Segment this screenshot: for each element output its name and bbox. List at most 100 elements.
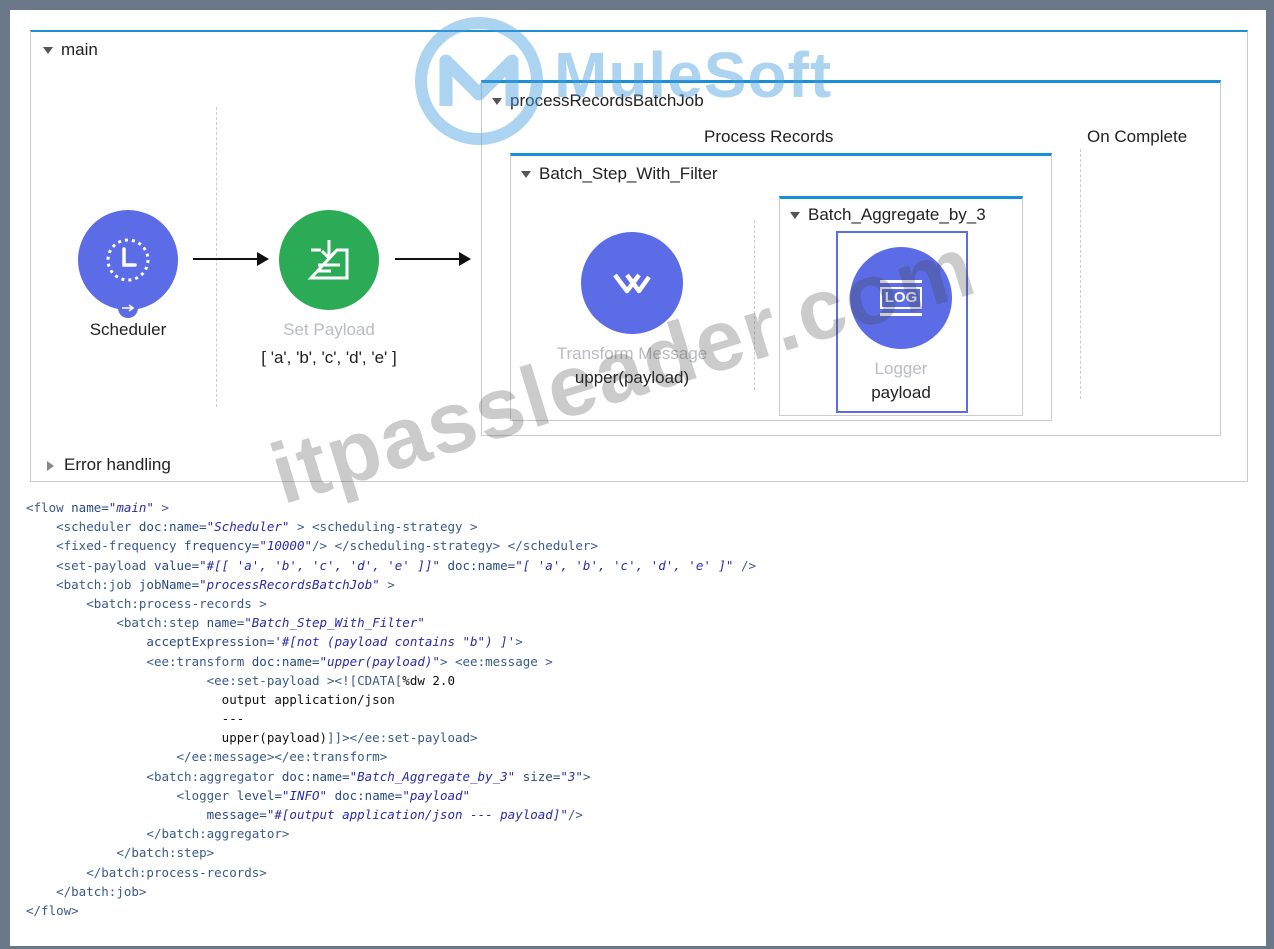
- code-line: <batch:process-records >: [26, 594, 1246, 613]
- batch-aggregator-header[interactable]: Batch_Aggregate_by_3: [790, 205, 986, 225]
- on-complete-label: On Complete: [1087, 127, 1188, 146]
- set-payload-type: Set Payload: [283, 320, 375, 339]
- scheduler-name: Scheduler: [89, 320, 167, 339]
- batch-aggregator-scope: Batch_Aggregate_by_3 LOG Logger payload: [779, 196, 1023, 416]
- batch-step-title: Batch_Step_With_Filter: [539, 164, 718, 183]
- code-token: <flow: [26, 500, 72, 515]
- main-flow-header[interactable]: main: [43, 40, 98, 60]
- batch-step-header[interactable]: Batch_Step_With_Filter: [521, 164, 718, 184]
- code-token: doc:name=: [281, 768, 350, 784]
- code-token: <batch:job: [56, 576, 139, 592]
- code-token: "3": [560, 768, 583, 784]
- code-token: acceptExpression=: [146, 634, 275, 650]
- code-token: %dw 2.0: [402, 672, 455, 688]
- code-token: >: [582, 768, 591, 784]
- code-line: message="#[output application/json --- p…: [26, 805, 1246, 824]
- code-token: "Scheduler": [206, 519, 290, 535]
- code-line: </batch:aggregator>: [26, 824, 1246, 843]
- source-separator: [216, 107, 217, 407]
- code-line: <fixed-frequency frequency="10000"/> </s…: [26, 536, 1246, 555]
- code-token: "payload": [402, 787, 471, 803]
- code-token: "processRecordsBatchJob": [199, 576, 380, 592]
- collapse-caret-icon[interactable]: [790, 212, 800, 220]
- code-token: </batch:aggregator>: [146, 826, 290, 842]
- code-token: <batch:process-records >: [86, 595, 267, 611]
- set-payload-name: [ 'a', 'b', 'c', 'd', 'e' ]: [261, 348, 397, 367]
- code-token: >: [153, 500, 170, 515]
- code-line: </flow>: [26, 901, 1246, 920]
- code-line: <scheduler doc:name="Scheduler" > <sched…: [26, 517, 1246, 536]
- scheduler-node[interactable]: [78, 210, 178, 310]
- code-line: ---: [26, 709, 1246, 728]
- logger-node[interactable]: LOG: [850, 247, 952, 349]
- flow-arrow: [395, 252, 471, 266]
- code-token: >: [515, 634, 523, 650]
- set-payload-node[interactable]: [279, 210, 379, 310]
- code-line: <ee:set-payload ><![CDATA[%dw 2.0: [26, 671, 1246, 690]
- code-token: /> </scheduling-strategy> </scheduler>: [312, 538, 598, 554]
- log-icon: LOG: [880, 280, 922, 316]
- code-line: upper(payload)]]></ee:set-payload>: [26, 728, 1246, 747]
- code-token: />: [567, 807, 583, 822]
- flow-arrow: [193, 252, 269, 266]
- process-records-label: Process Records: [704, 127, 834, 146]
- collapse-caret-icon[interactable]: [43, 47, 53, 55]
- error-handling-header[interactable]: Error handling: [47, 455, 171, 475]
- code-token: name=: [71, 500, 109, 515]
- code-line: <batch:step name="Batch_Step_With_Filter…: [26, 613, 1246, 632]
- batch-aggregator-title: Batch_Aggregate_by_3: [808, 205, 986, 224]
- code-token: "Batch_Step_With_Filter": [244, 615, 425, 631]
- collapse-caret-icon[interactable]: [521, 171, 531, 179]
- logger-name: payload: [871, 383, 931, 402]
- set-payload-icon: [307, 240, 349, 280]
- flow-canvas: main Scheduler Set Payload [ 'a', 'b', '…: [30, 30, 1248, 482]
- code-token: > <scheduling-strategy >: [289, 519, 478, 535]
- code-token: frequency=: [184, 538, 260, 554]
- code-token: "main": [108, 500, 154, 515]
- code-token: > <ee:message >: [439, 653, 553, 669]
- code-token: ---: [221, 711, 245, 727]
- code-line: <logger level="INFO" doc:name="payload": [26, 786, 1246, 805]
- on-complete-separator: [1080, 149, 1081, 399]
- code-token: />: [733, 557, 757, 573]
- code-token: </batch:process-records>: [86, 864, 267, 880]
- clock-icon: [106, 238, 150, 282]
- transform-message-node[interactable]: [581, 232, 683, 334]
- code-token: name=: [206, 615, 245, 631]
- code-token: <set-payload: [56, 557, 154, 573]
- code-token: doc:name=: [447, 557, 516, 573]
- batch-job-header[interactable]: processRecordsBatchJob: [492, 91, 704, 111]
- code-token: "10000": [259, 538, 312, 554]
- code-token: upper(payload): [221, 730, 328, 746]
- code-line: acceptExpression='#[not (payload contain…: [26, 632, 1246, 651]
- code-token: </flow>: [26, 902, 79, 918]
- code-token: </batch:step>: [116, 845, 215, 861]
- code-line: output application/json: [26, 690, 1246, 709]
- transform-message-type: Transform Message: [556, 344, 708, 363]
- code-line: <ee:transform doc:name="upper(payload)">…: [26, 652, 1246, 671]
- code-line: <batch:aggregator doc:name="Batch_Aggreg…: [26, 767, 1246, 786]
- dataweave-icon: [613, 273, 651, 294]
- code-token: ]]></ee:set-payload>: [327, 730, 478, 746]
- code-token: size=: [522, 768, 561, 784]
- code-token: level=: [236, 787, 282, 803]
- screenshot-frame: main Scheduler Set Payload [ 'a', 'b', '…: [10, 10, 1266, 946]
- collapse-caret-icon[interactable]: [492, 98, 502, 106]
- code-token: </batch:job>: [56, 883, 147, 899]
- code-token: <scheduler: [56, 519, 139, 535]
- code-token: message=: [206, 807, 267, 822]
- aggregator-separator: [754, 220, 755, 390]
- batch-job-scope: processRecordsBatchJob Process Records O…: [481, 80, 1221, 436]
- code-token: jobName=: [138, 576, 200, 592]
- code-token: >: [379, 576, 395, 592]
- code-token: "Batch_Aggregate_by_3": [349, 768, 516, 784]
- code-token: <batch:step: [116, 615, 207, 631]
- code-token: <ee:set-payload ><![CDATA[: [206, 672, 403, 688]
- log-icon-label: LOG: [880, 287, 922, 309]
- expand-caret-icon[interactable]: [47, 460, 54, 471]
- code-token: <batch:aggregator: [146, 768, 282, 784]
- code-token: "#[[ 'a', 'b', 'c', 'd', 'e' ]]": [199, 557, 440, 573]
- code-token: output application/json: [221, 691, 395, 707]
